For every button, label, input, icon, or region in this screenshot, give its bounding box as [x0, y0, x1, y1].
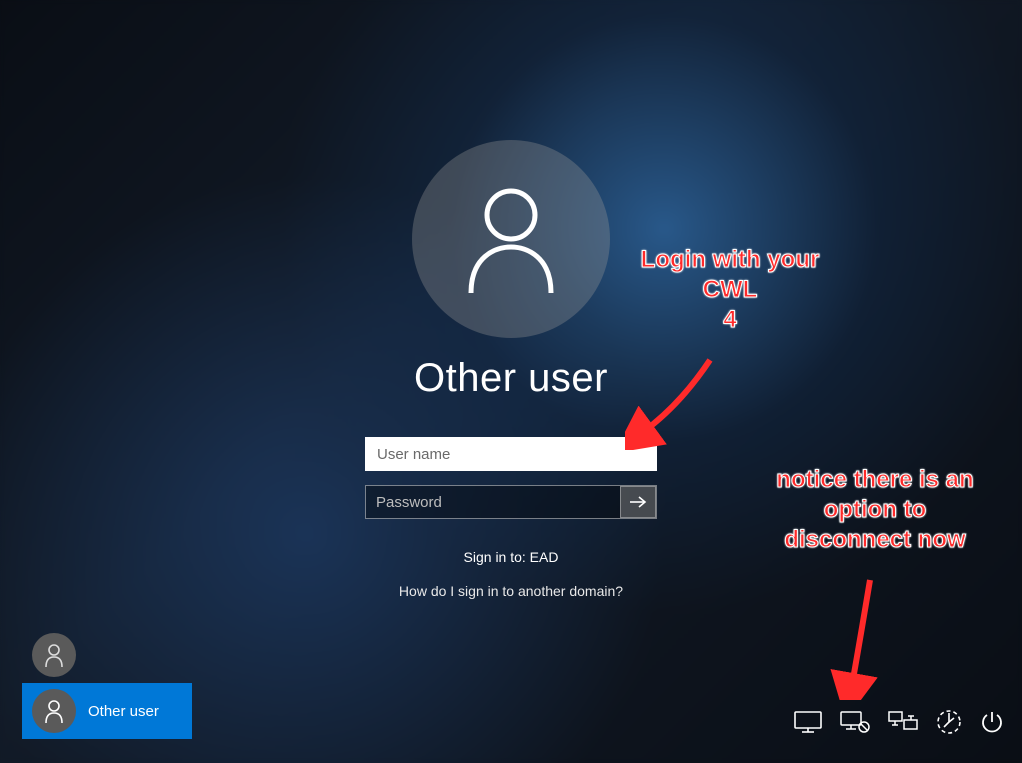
ease-of-access-icon[interactable]	[936, 709, 962, 735]
user-list-label: Other user	[88, 703, 159, 720]
submit-button[interactable]	[620, 486, 656, 518]
power-icon[interactable]	[980, 710, 1004, 734]
user-list-item[interactable]	[22, 627, 192, 683]
avatar-small	[32, 689, 76, 733]
signin-domain-label: Sign in to: EAD	[464, 549, 559, 565]
password-field-wrap	[365, 485, 657, 519]
arrow-right-icon	[629, 495, 647, 509]
username-field-wrap	[365, 437, 657, 471]
system-tray	[794, 709, 1004, 735]
user-icon	[44, 643, 64, 667]
username-input[interactable]	[365, 437, 657, 471]
user-list-item-other[interactable]: Other user	[22, 683, 192, 739]
avatar	[412, 140, 610, 338]
user-icon	[463, 185, 559, 293]
display-icon[interactable]	[794, 711, 822, 733]
network-icon[interactable]	[840, 711, 870, 733]
password-input[interactable]	[365, 485, 657, 519]
page-title: Other user	[414, 356, 608, 401]
disconnect-icon[interactable]	[888, 711, 918, 733]
avatar-small	[32, 633, 76, 677]
domain-help-link[interactable]: How do I sign in to another domain?	[399, 583, 623, 599]
user-switcher: Other user	[22, 627, 192, 739]
user-icon	[44, 699, 64, 723]
login-panel: Other user Sign in to: EAD How do I sign…	[301, 140, 721, 599]
